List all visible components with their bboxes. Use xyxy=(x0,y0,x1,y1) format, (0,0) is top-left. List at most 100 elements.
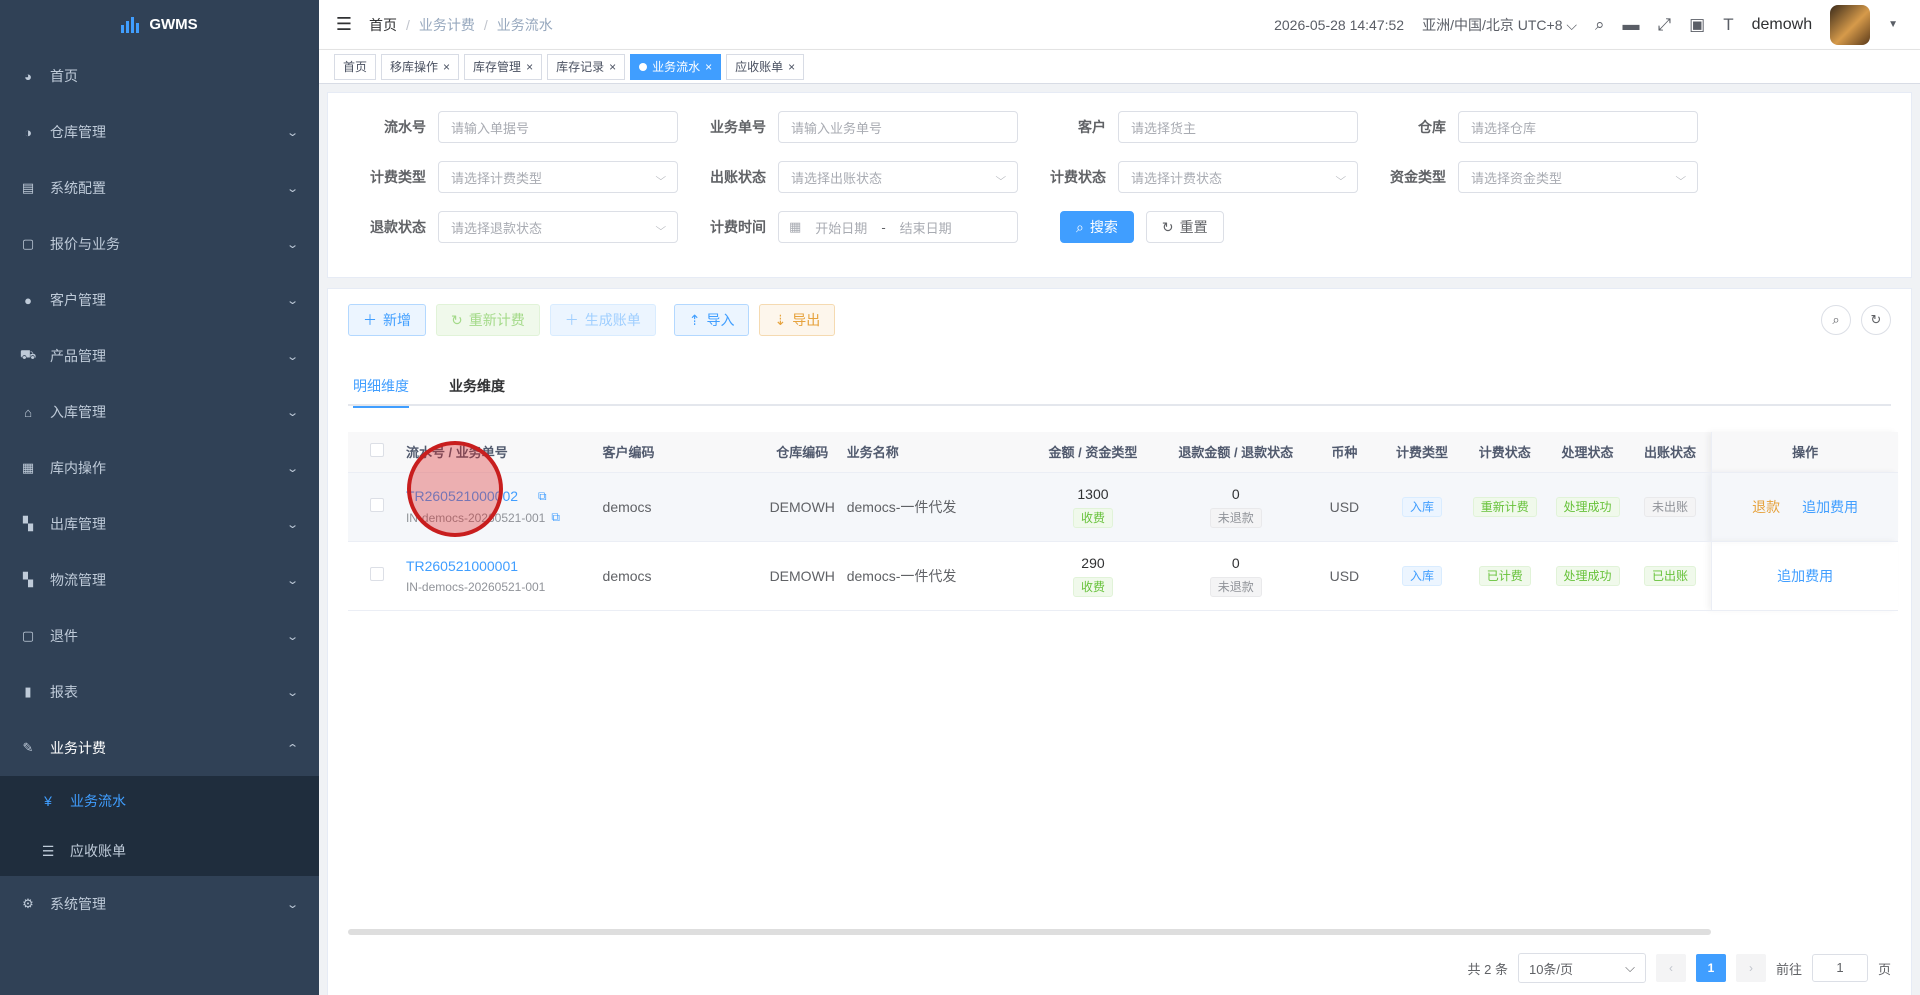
tag-item[interactable]: 首页 xyxy=(334,53,377,80)
sidebar-item[interactable]: ▤ 系统配置 ⌄ xyxy=(0,160,319,216)
sidebar-item[interactable]: ● 客户管理 ⌄ xyxy=(0,272,319,328)
toggle-search-icon[interactable]: ⌕ xyxy=(1821,305,1851,335)
select-all-checkbox[interactable] xyxy=(369,443,384,458)
add-button[interactable]: ＋ 新增 xyxy=(348,304,426,336)
charge-time-range[interactable]: ▦ 开始日期 - 结束日期 xyxy=(778,211,1018,243)
table-panel: ＋ 新增 ↻ 重新计费 ＋ 生成账单 ⇡ 导入 ⇣ 导出 ⌕ ↻ 明细维度 业务维度 xyxy=(327,288,1912,995)
breadcrumb: 首页 / 业务计费 / 业务流水 xyxy=(369,15,553,35)
prev-page-button[interactable]: ‹ xyxy=(1655,954,1686,982)
flow-no-link[interactable]: TR260521000002 xyxy=(406,488,518,504)
table-cell: DEMOWH xyxy=(757,541,847,611)
recalc-button[interactable]: ↻ 重新计费 xyxy=(436,304,540,336)
add-fee-link[interactable]: 追加费用 xyxy=(1802,497,1858,517)
table-cell: 已计费 xyxy=(1463,541,1547,611)
page-size-select[interactable]: 10条/页 ⌵ xyxy=(1517,953,1646,983)
flow-no-link[interactable]: TR260521000001 xyxy=(406,558,518,574)
customer-select[interactable]: 请选择货主 xyxy=(1118,111,1358,143)
username[interactable]: demowh xyxy=(1752,16,1812,34)
import-button[interactable]: ⇡ 导入 xyxy=(673,304,750,336)
tab-business-dimension[interactable]: 业务维度 xyxy=(449,366,505,406)
quote-icon: ▢ xyxy=(21,236,35,251)
fund-type-select[interactable]: 请选择资金类型 ⌵ xyxy=(1458,161,1698,193)
warehouse-select[interactable]: 请选择仓库 xyxy=(1458,111,1698,143)
sidebar-item[interactable]: ▢ 报价与业务 ⌄ xyxy=(0,216,319,272)
fee-type-badge: 入库 xyxy=(1401,496,1442,517)
table-row[interactable]: TR260521000001 IN-democs-20260521-001 demo… xyxy=(348,541,1898,611)
sidebar-subitem-label: 应收账单 xyxy=(70,843,126,859)
sidebar-item[interactable]: ✎ 业务计费 ⌃ xyxy=(0,720,319,776)
fullscreen-icon[interactable]: ⤢ xyxy=(1658,15,1672,35)
generate-bill-button[interactable]: ＋ 生成账单 xyxy=(549,304,656,336)
breadcrumb-item[interactable]: 业务计费 xyxy=(419,15,475,35)
chevron-down-icon: ⌄ xyxy=(285,126,299,139)
close-icon[interactable]: × xyxy=(788,60,795,74)
row-checkbox[interactable] xyxy=(369,567,384,581)
charge-status-select[interactable]: 请选择计费状态 ⌵ xyxy=(1118,161,1358,193)
goto-suffix: 页 xyxy=(1877,961,1891,977)
refund-link[interactable]: 退款 xyxy=(1752,497,1780,517)
refresh-icon[interactable]: ↻ xyxy=(1861,305,1891,335)
column-header: 操作 xyxy=(1711,432,1898,473)
breadcrumb-item[interactable]: 首页 xyxy=(369,15,397,35)
end-date-placeholder[interactable]: 结束日期 xyxy=(900,218,952,237)
close-icon[interactable]: × xyxy=(526,60,533,74)
copy-icon[interactable]: ⧉ xyxy=(551,510,560,525)
hamburger-menu-icon[interactable]: ☰ xyxy=(319,0,369,50)
table-row[interactable]: TR260521000002 ⧉ IN-democs-20260521-001 ⧉ de… xyxy=(348,472,1898,542)
currency-code: USD xyxy=(1329,498,1360,515)
sidebar-item[interactable]: ▮ 报表 ⌄ xyxy=(0,664,319,720)
close-icon[interactable]: × xyxy=(443,60,450,74)
copy-icon[interactable]: ⧉ xyxy=(538,489,547,504)
flow-no-input[interactable]: 请输入单据号 xyxy=(438,111,678,143)
sidebar-item[interactable]: ⛟ 产品管理 ⌄ xyxy=(0,328,319,384)
export-button[interactable]: ⇣ 导出 xyxy=(759,304,836,336)
sidebar-item[interactable]: ◑ 仓库管理 ⌄ xyxy=(0,104,319,160)
sidebar-item[interactable]: ▦ 库内操作 ⌄ xyxy=(0,440,319,496)
flow-no-placeholder: 请输入单据号 xyxy=(451,120,530,136)
tag-item[interactable]: 库存记录 × xyxy=(547,53,626,80)
customer-label: 客户 xyxy=(1078,119,1106,135)
font-size-icon[interactable]: T xyxy=(1723,15,1733,35)
sidebar-item[interactable]: ▚ 物流管理 ⌄ xyxy=(0,552,319,608)
sidebar-subitem[interactable]: ¥ 业务流水 xyxy=(0,776,319,826)
tag-item[interactable]: 库存管理 × xyxy=(464,53,543,80)
table-cell: USD xyxy=(1308,472,1381,542)
bill-status-select[interactable]: 请选择出账状态 ⌵ xyxy=(778,161,1018,193)
search-icon[interactable]: ⌕ xyxy=(1595,15,1605,35)
close-icon[interactable]: × xyxy=(609,60,616,74)
tag-item[interactable]: 业务流水 × xyxy=(630,53,722,80)
fee-type-select[interactable]: 请选择计费类型 ⌵ xyxy=(438,161,678,193)
sidebar-item[interactable]: ▢ 退件 ⌄ xyxy=(0,608,319,664)
tag-item[interactable]: 移库操作 × xyxy=(381,53,460,80)
close-icon[interactable]: × xyxy=(705,60,712,74)
sidebar-item[interactable]: ⌂ 入库管理 ⌄ xyxy=(0,384,319,440)
column-header: 出账状态 xyxy=(1628,432,1712,473)
sidebar-subitem[interactable]: ☰ 应收账单 xyxy=(0,826,319,876)
refund-status-select[interactable]: 请选择退款状态 ⌵ xyxy=(438,211,678,243)
row-checkbox[interactable] xyxy=(369,498,384,512)
tag-item[interactable]: 应收账单 × xyxy=(726,53,805,80)
sidebar-item[interactable]: ⚙ 系统管理 ⌄ xyxy=(0,876,319,932)
add-fee-link[interactable]: 追加费用 xyxy=(1777,566,1833,586)
goto-page-input[interactable]: 1 xyxy=(1811,954,1868,982)
sidebar-item[interactable]: ▚ 出库管理 ⌄ xyxy=(0,496,319,552)
timezone-select[interactable]: 亚洲/中国/北京 UTC+8 ⌵ xyxy=(1422,15,1577,35)
bill-status-placeholder: 请选择出账状态 xyxy=(791,170,883,186)
app-logo[interactable]: GWMS xyxy=(0,0,319,48)
reset-button[interactable]: ↻ 重置 xyxy=(1145,211,1224,243)
start-date-placeholder[interactable]: 开始日期 xyxy=(815,218,867,237)
sidebar-item[interactable]: ◕ 首页 xyxy=(0,48,319,104)
page-number-button[interactable]: 1 xyxy=(1695,954,1726,982)
avatar[interactable] xyxy=(1830,4,1871,45)
next-page-button[interactable]: › xyxy=(1735,954,1766,982)
caret-down-icon[interactable]: ▼ xyxy=(1888,19,1898,30)
search-form: 流水号 请输入单据号 业务单号 请输入业务单号 客户 请选择货主 仓库 请选择仓… xyxy=(327,92,1912,278)
horizontal-scrollbar[interactable] xyxy=(348,929,1711,935)
biz-no-input[interactable]: 请输入业务单号 xyxy=(778,111,1018,143)
tab-detail-dimension[interactable]: 明细维度 xyxy=(353,366,409,408)
message-icon[interactable]: ▬ xyxy=(1623,15,1640,35)
search-button[interactable]: ⌕ 搜索 xyxy=(1060,211,1134,243)
translate-icon[interactable]: ▣ xyxy=(1689,15,1705,35)
sidebar-item-label: 报表 xyxy=(50,684,78,700)
column-header: 处理状态 xyxy=(1546,432,1629,473)
